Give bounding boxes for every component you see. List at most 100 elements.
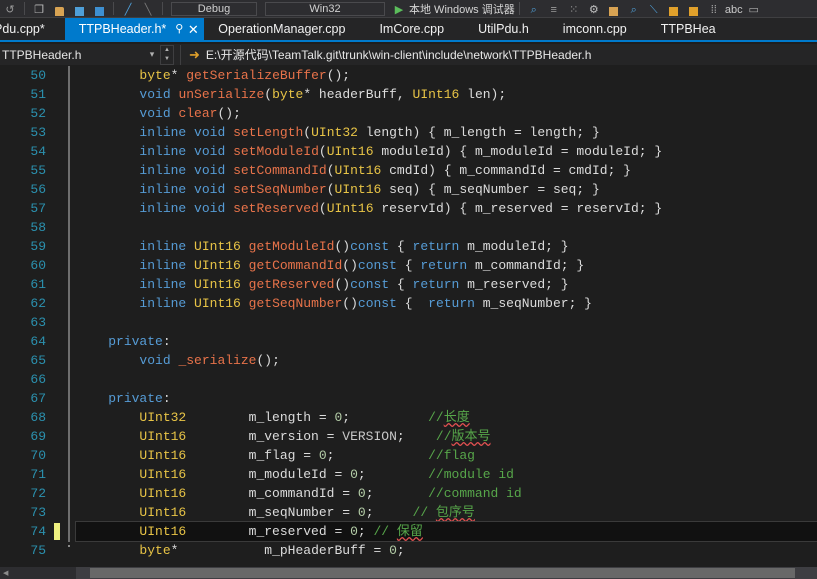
code-line[interactable]: 65 void _serialize(); (0, 350, 817, 371)
tab-ttpbhea-overflow[interactable]: TTPBHea (646, 18, 736, 40)
gear-icon[interactable]: ⚙ (584, 0, 604, 17)
start-debug-icon[interactable]: ▶ (389, 0, 409, 17)
line-content[interactable] (76, 370, 817, 389)
pin-icon[interactable]: ⚲ (172, 21, 186, 37)
code-outline-rail[interactable] (62, 407, 76, 428)
code-line[interactable]: 61 inline UInt16 getReserved()const { re… (0, 274, 817, 295)
code-line[interactable]: 62 inline UInt16 getSeqNumber()const { r… (0, 293, 817, 314)
line-content[interactable]: private: (76, 389, 817, 408)
zoom-in-icon[interactable]: ⌕ (624, 0, 644, 17)
tab-utilpdu-h[interactable]: UtilPdu.h (464, 18, 549, 40)
code-outline-rail[interactable] (62, 198, 76, 219)
code-line[interactable]: 52 void clear(); (0, 103, 817, 124)
code-outline-rail[interactable] (62, 331, 76, 352)
code-line[interactable]: 64 private: (0, 331, 817, 352)
line-content[interactable]: inline UInt16 getReserved()const { retur… (76, 275, 817, 294)
code-outline-rail[interactable] (62, 179, 76, 200)
file-selector-dropdown[interactable]: TTPBHeader.h ▾ (0, 44, 160, 65)
code-outline-rail[interactable] (62, 160, 76, 181)
code-outline-rail[interactable] (62, 426, 76, 447)
code-outline-rail[interactable] (62, 217, 76, 238)
code-outline-rail[interactable] (62, 236, 76, 257)
code-line[interactable]: 55 inline void setCommandId(UInt16 cmdId… (0, 160, 817, 181)
code-outline-rail[interactable] (62, 66, 76, 86)
scrollbar-left-region[interactable]: ◀ (0, 567, 60, 579)
code-outline-rail[interactable] (62, 84, 76, 105)
toggle-whitespace-icon[interactable]: ⁞⁞ (704, 0, 724, 17)
tab-imcore-cpp[interactable]: ImCore.cpp (365, 18, 465, 40)
nav-spinner[interactable]: ▲ ▼ (160, 44, 174, 65)
code-line[interactable]: 74 UInt16 m_reserved = 0; // 保留 (0, 521, 817, 542)
window-icon[interactable]: ▭ (744, 0, 764, 17)
debugger-target-label[interactable]: 本地 Windows 调试器 (409, 5, 515, 16)
line-content[interactable]: UInt32 m_length = 0; //长度 (76, 408, 817, 427)
code-outline-rail[interactable] (62, 255, 76, 276)
code-outline-rail[interactable] (62, 274, 76, 295)
line-content[interactable] (76, 313, 817, 332)
line-content[interactable]: UInt16 m_commandId = 0; //command id (76, 484, 817, 503)
code-outline-rail[interactable] (62, 122, 76, 143)
line-content[interactable]: inline void setCommandId(UInt16 cmdId) {… (76, 161, 817, 180)
spinner-up-icon[interactable]: ▲ (161, 46, 173, 55)
configuration-combo[interactable]: Debug (171, 2, 257, 16)
line-content[interactable]: inline void setModuleId(UInt16 moduleId)… (76, 142, 817, 161)
code-line[interactable]: 50 byte* getSerializeBuffer(); (0, 66, 817, 86)
line-content[interactable]: UInt16 m_seqNumber = 0; // 包序号 (76, 503, 817, 522)
bookmark-icon[interactable] (664, 0, 684, 17)
save-icon[interactable] (69, 0, 89, 17)
line-content[interactable]: void clear(); (76, 104, 817, 123)
wrench-icon[interactable]: ⟍ (644, 0, 664, 17)
code-line[interactable]: 56 inline void setSeqNumber(UInt16 seq) … (0, 179, 817, 200)
platform-combo[interactable]: Win32 (265, 2, 385, 16)
save-all-icon[interactable] (89, 0, 109, 17)
line-content[interactable]: private: (76, 332, 817, 351)
find-icon[interactable]: ⌕ (524, 0, 544, 17)
code-line[interactable]: 57 inline void setReserved(UInt16 reserv… (0, 198, 817, 219)
line-content[interactable]: inline void setLength(UInt32 length) { m… (76, 123, 817, 142)
code-line[interactable]: 69 UInt16 m_version = VERSION; //版本号 (0, 426, 817, 447)
open-file-icon[interactable] (604, 0, 624, 17)
code-line[interactable]: 58 (0, 217, 817, 238)
settings-dots-icon[interactable]: ⁙ (564, 0, 584, 17)
code-outline-rail[interactable] (62, 350, 76, 371)
line-content[interactable]: inline UInt16 getCommandId()const { retu… (76, 256, 817, 275)
code-line[interactable]: 67 private: (0, 388, 817, 409)
filter-icon[interactable]: ≡ (544, 0, 564, 17)
line-content[interactable]: byte* getSerializeBuffer(); (76, 66, 817, 85)
code-line[interactable]: 59 inline UInt16 getModuleId()const { re… (0, 236, 817, 257)
line-content[interactable]: UInt16 m_flag = 0; //flag (76, 446, 817, 465)
code-outline-rail[interactable] (62, 141, 76, 162)
code-outline-rail[interactable] (62, 103, 76, 124)
line-content[interactable]: UInt16 m_version = VERSION; //版本号 (76, 427, 817, 446)
code-outline-rail[interactable] (62, 388, 76, 409)
code-outline-rail[interactable] (62, 521, 76, 542)
horizontal-scrollbar[interactable]: ◀ (0, 567, 817, 579)
code-outline-rail[interactable] (62, 541, 76, 560)
code-line[interactable]: 66 (0, 369, 817, 390)
line-content[interactable]: void unSerialize(byte* headerBuff, UInt1… (76, 85, 817, 104)
code-outline-rail[interactable] (62, 369, 76, 390)
tab-imconn-cpp[interactable]: imconn.cpp (548, 18, 647, 40)
line-content[interactable]: void _serialize(); (76, 351, 817, 370)
line-content[interactable]: inline UInt16 getSeqNumber()const { retu… (76, 294, 817, 313)
close-icon[interactable]: ✕ (186, 21, 200, 37)
code-outline-rail[interactable] (62, 293, 76, 314)
code-outline-rail[interactable] (62, 312, 76, 333)
new-window-icon[interactable]: ❐ (29, 0, 49, 17)
code-outline-rail[interactable] (62, 445, 76, 466)
open-folder-icon[interactable] (49, 0, 69, 17)
chevron-down-icon[interactable]: ▾ (144, 49, 160, 60)
scrollbar-track[interactable] (76, 567, 817, 579)
undo-icon[interactable]: ↺ (0, 0, 20, 17)
code-line[interactable]: 73 UInt16 m_seqNumber = 0; // 包序号 (0, 502, 817, 523)
line-content[interactable]: UInt16 m_moduleId = 0; //module id (76, 465, 817, 484)
scroll-left-icon[interactable]: ◀ (3, 570, 8, 577)
spinner-down-icon[interactable]: ▼ (161, 55, 173, 64)
tab-pdu-cpp[interactable]: Pdu.cpp* (0, 18, 65, 40)
code-outline-rail[interactable] (62, 483, 76, 504)
abc-icon[interactable]: abc (724, 0, 744, 17)
line-content[interactable]: inline UInt16 getModuleId()const { retur… (76, 237, 817, 256)
bookmark-next-icon[interactable] (684, 0, 704, 17)
code-line[interactable]: 72 UInt16 m_commandId = 0; //command id (0, 483, 817, 504)
line-content[interactable]: inline void setSeqNumber(UInt16 seq) { m… (76, 180, 817, 199)
